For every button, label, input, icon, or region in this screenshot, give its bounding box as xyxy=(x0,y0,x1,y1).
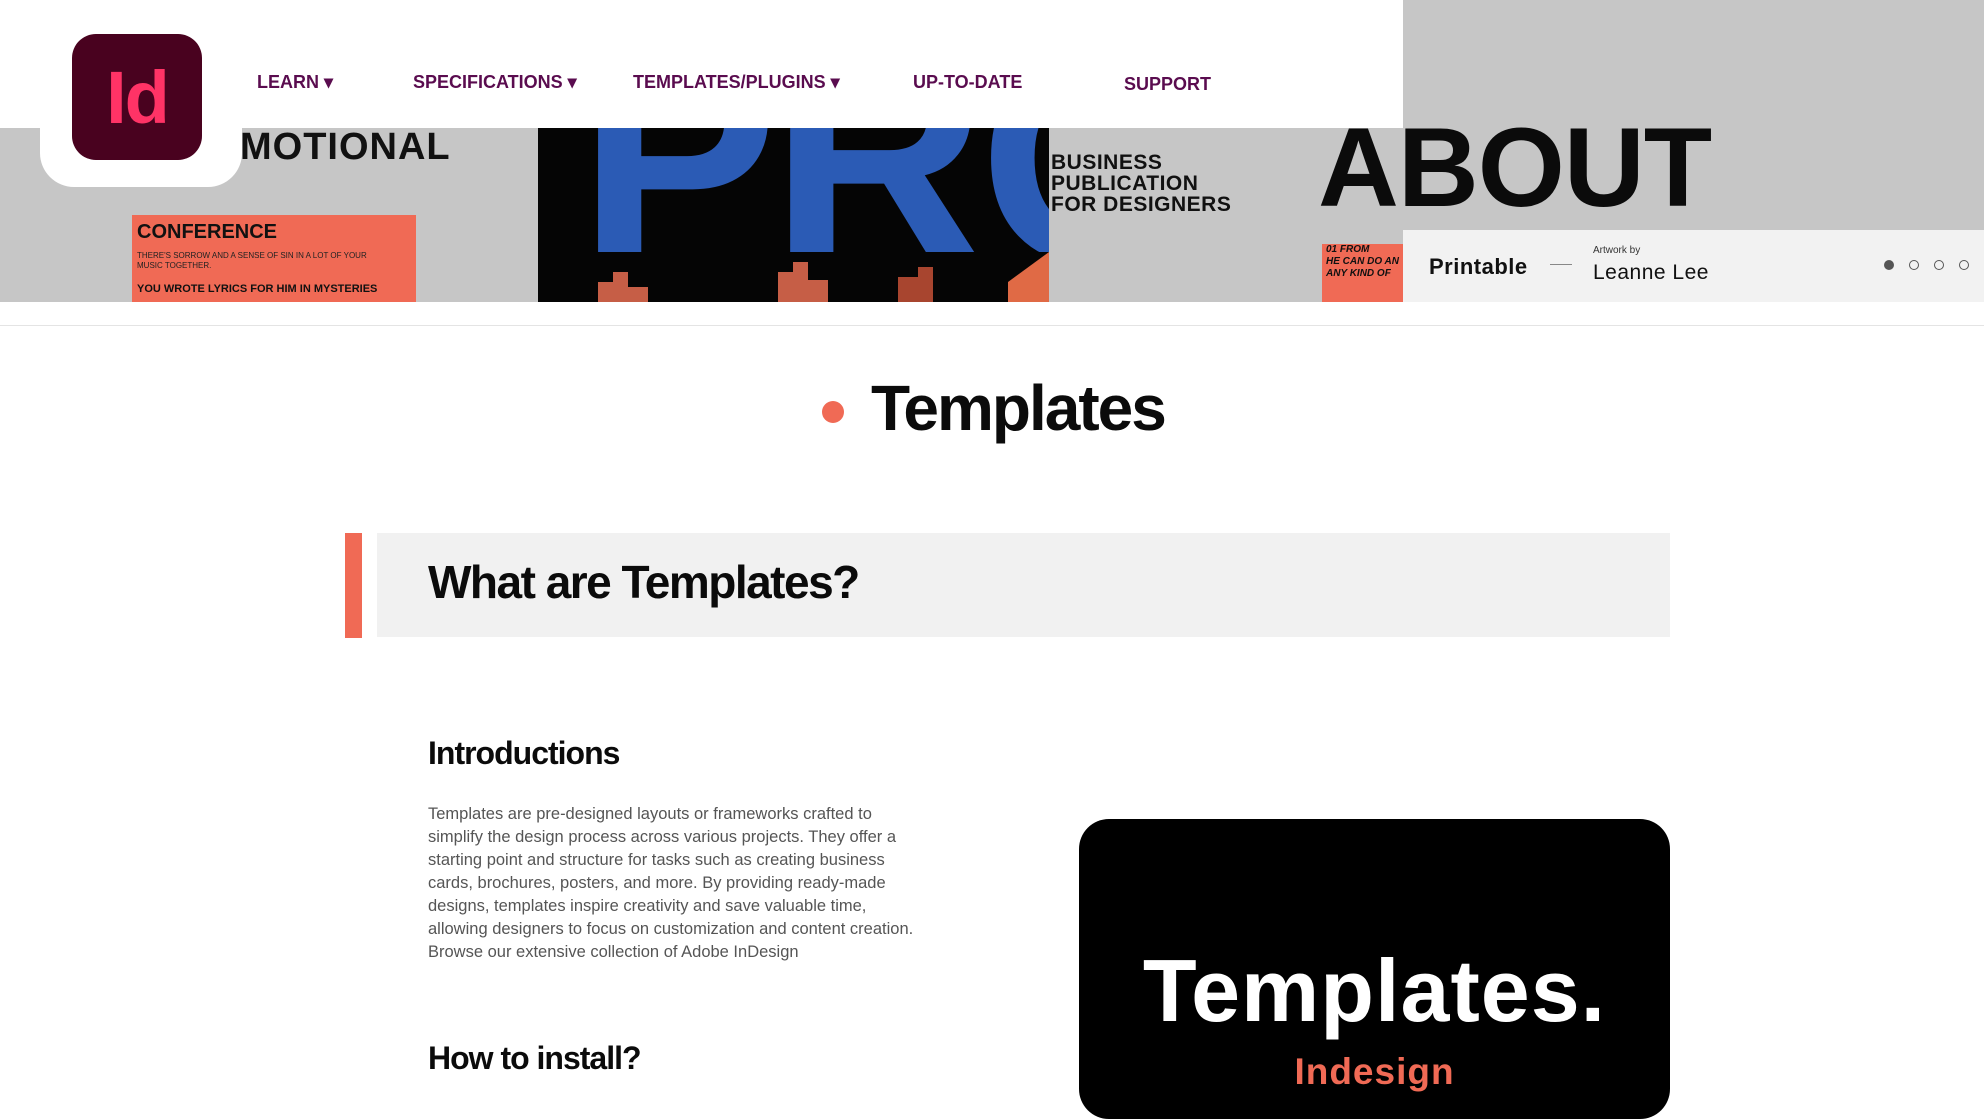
banner-business-text: BUSINESS PUBLICATION FOR DESIGNERS xyxy=(1051,152,1231,215)
banner-conference-body: THERE'S SORROW AND A SENSE OF SIN IN A L… xyxy=(137,251,367,270)
indesign-logo[interactable]: Id xyxy=(72,34,202,160)
nav-support[interactable]: SUPPORT xyxy=(1124,74,1211,95)
caption-title: Printable xyxy=(1429,254,1528,279)
banner-small-card-line: ANY KIND OF xyxy=(1326,268,1391,279)
banner-pro-panel: PRO xyxy=(538,128,1049,302)
intro-heading: Introductions xyxy=(428,735,620,771)
nav-learn[interactable]: LEARN ▾ xyxy=(257,72,333,93)
banner-about-text: ABOUT xyxy=(1318,105,1712,230)
banner-conference-title: CONFERENCE xyxy=(137,221,278,243)
templates-promo-card[interactable]: Templates. Indesign xyxy=(1079,819,1670,1119)
banner-business-line: FOR DESIGNERS xyxy=(1051,193,1232,216)
nav-up-to-date[interactable]: UP-TO-DATE xyxy=(913,72,1022,93)
banner-city-skyline xyxy=(538,252,1049,302)
section-divider xyxy=(0,325,1984,326)
banner-caption: Printable Artwork by Leanne Lee xyxy=(1403,230,1984,302)
caption-artwork-label: Artwork by xyxy=(1593,245,1641,256)
install-heading: How to install? xyxy=(428,1040,642,1076)
banner-motional-text: MOTIONAL xyxy=(240,126,451,168)
banner-small-card: 01 FROM HE CAN DO AN ANY KIND OF xyxy=(1322,244,1404,302)
banner-business-line: PUBLICATION xyxy=(1051,172,1199,195)
slide-dot[interactable] xyxy=(1934,260,1944,270)
banner-business-line: BUSINESS xyxy=(1051,151,1163,174)
banner-conference-lyrics: YOU WROTE LYRICS FOR HIM IN MYSTERIES xyxy=(137,283,378,295)
title-bullet-icon xyxy=(822,401,844,423)
banner-conference-card: CONFERENCE THERE'S SORROW AND A SENSE OF… xyxy=(132,215,416,302)
nav-specifications[interactable]: SPECIFICATIONS ▾ xyxy=(413,72,577,93)
slide-dot[interactable] xyxy=(1884,260,1894,270)
slide-dot[interactable] xyxy=(1909,260,1919,270)
page-title: Templates xyxy=(871,372,1167,444)
banner-small-card-line: 01 FROM xyxy=(1326,244,1370,255)
banner-small-card-line: HE CAN DO AN xyxy=(1326,256,1399,267)
slide-dot[interactable] xyxy=(1959,260,1969,270)
caption-dash xyxy=(1550,264,1572,265)
caption-artist: Leanne Lee xyxy=(1593,261,1709,284)
promo-title: Templates. xyxy=(1142,941,1607,1040)
intro-paragraph: Templates are pre-designed layouts or fr… xyxy=(428,805,914,961)
promo-subtitle: Indesign xyxy=(1294,1051,1455,1092)
section-title: What are Templates? xyxy=(428,556,860,608)
nav-templates-plugins[interactable]: TEMPLATES/PLUGINS ▾ xyxy=(633,72,840,93)
section-accent-bar xyxy=(345,533,362,638)
